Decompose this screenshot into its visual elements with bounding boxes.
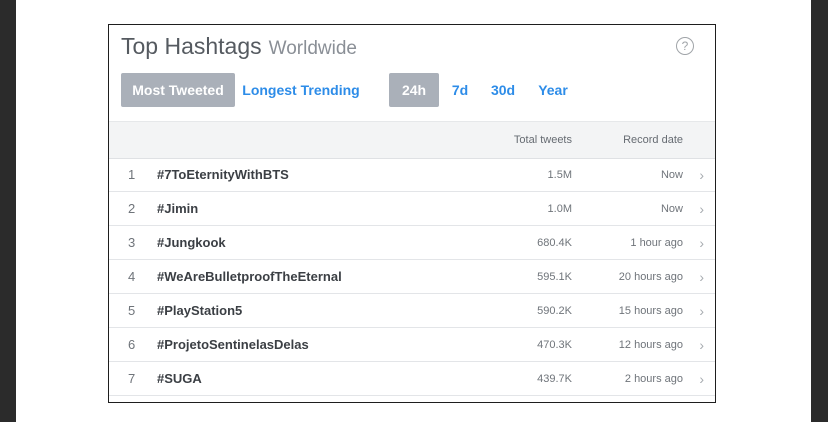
row-total-tweets: 470.3K xyxy=(537,339,572,351)
chevron-right-icon[interactable]: › xyxy=(699,294,704,328)
row-hashtag[interactable]: #Jimin xyxy=(157,192,198,226)
period-7d-button[interactable]: 7d xyxy=(445,73,475,107)
row-hashtag[interactable]: #Jungkook xyxy=(157,226,226,260)
period-30d-button[interactable]: 30d xyxy=(484,73,522,107)
question-circle-icon[interactable]: ? xyxy=(676,37,694,55)
chevron-right-icon[interactable]: › xyxy=(699,328,704,362)
row-record-date: Now xyxy=(660,203,683,215)
chevron-right-icon[interactable]: › xyxy=(699,226,704,260)
row-rank: 5 xyxy=(128,303,136,318)
row-rank: 3 xyxy=(128,235,136,250)
row-rank: 1 xyxy=(128,167,136,182)
widget-title-region: Worldwide xyxy=(268,38,357,59)
tab-longest-trending[interactable]: Longest Trending xyxy=(237,73,365,107)
row-total-tweets: 439.7K xyxy=(537,373,572,385)
column-header-total-tweets[interactable]: Total tweets xyxy=(514,122,572,158)
row-rank: 4 xyxy=(128,269,136,284)
row-record-date: 20 hours ago xyxy=(618,271,683,283)
row-hashtag[interactable]: #SUGA xyxy=(157,362,202,396)
widget-title-main: Top Hashtags xyxy=(121,33,262,59)
row-hashtag[interactable]: #7ToEternityWithBTS xyxy=(157,158,289,192)
chevron-right-icon[interactable]: › xyxy=(699,260,704,294)
table-row[interactable]: 7 #SUGA 439.7K 2 hours ago › xyxy=(109,362,715,396)
table-row[interactable]: 4 #WeAreBulletproofTheEternal 595.1K 20 … xyxy=(109,260,715,294)
row-record-date: 1 hour ago xyxy=(630,237,683,249)
row-total-tweets: 595.1K xyxy=(537,271,572,283)
column-header-record-date[interactable]: Record date xyxy=(623,122,683,158)
row-total-tweets: 1.5M xyxy=(547,169,572,181)
period-24h-button[interactable]: 24h xyxy=(389,73,439,107)
widget-title: Top Hashtags Worldwide xyxy=(121,33,357,63)
row-record-date: 2 hours ago xyxy=(624,373,683,385)
row-rank: 6 xyxy=(128,337,136,352)
table-row[interactable]: 6 #ProjetoSentinelasDelas 470.3K 12 hour… xyxy=(109,328,715,362)
row-total-tweets: 1.0M xyxy=(547,203,572,215)
chevron-right-icon[interactable]: › xyxy=(699,192,704,226)
chevron-right-icon[interactable]: › xyxy=(699,158,704,192)
row-record-date: 15 hours ago xyxy=(618,305,683,317)
chevron-right-icon[interactable]: › xyxy=(699,362,704,396)
row-rank: 7 xyxy=(128,371,136,386)
filter-bar: Most Tweeted Longest Trending 24h 7d 30d… xyxy=(121,73,701,107)
hashtag-list: 1 #7ToEternityWithBTS 1.5M Now › 2 #Jimi… xyxy=(109,158,715,396)
table-header: Total tweets Record date xyxy=(109,121,715,159)
row-hashtag[interactable]: #WeAreBulletproofTheEternal xyxy=(157,260,342,294)
row-rank: 2 xyxy=(128,201,136,216)
right-frame-bar xyxy=(811,0,828,422)
row-total-tweets: 590.2K xyxy=(537,305,572,317)
table-row[interactable]: 3 #Jungkook 680.4K 1 hour ago › xyxy=(109,226,715,260)
table-row[interactable]: 5 #PlayStation5 590.2K 15 hours ago › xyxy=(109,294,715,328)
tab-most-tweeted[interactable]: Most Tweeted xyxy=(121,73,235,107)
period-year-button[interactable]: Year xyxy=(531,73,575,107)
row-record-date: 12 hours ago xyxy=(618,339,683,351)
table-row[interactable]: 2 #Jimin 1.0M Now › xyxy=(109,192,715,226)
row-hashtag[interactable]: #PlayStation5 xyxy=(157,294,242,328)
top-hashtags-widget: Top Hashtags Worldwide ? Most Tweeted Lo… xyxy=(108,24,716,403)
table-row[interactable]: 1 #7ToEternityWithBTS 1.5M Now › xyxy=(109,158,715,192)
row-hashtag[interactable]: #ProjetoSentinelasDelas xyxy=(157,328,309,362)
row-record-date: Now xyxy=(660,169,683,181)
row-total-tweets: 680.4K xyxy=(537,237,572,249)
left-frame-bar xyxy=(0,0,16,422)
